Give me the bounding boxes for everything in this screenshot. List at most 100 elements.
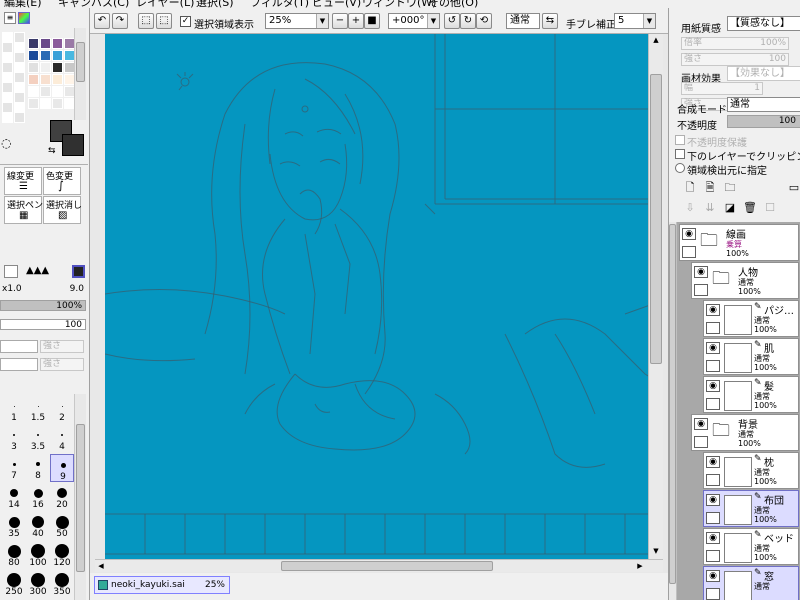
brush-size-cell[interactable]: 250 [2,570,26,598]
layer-select-checkbox[interactable] [682,246,696,258]
dropdown-2[interactable] [0,358,38,371]
layer-select-checkbox[interactable] [706,474,720,486]
menu-item-other[interactable]: その他(O) [428,0,478,8]
min-size-slider[interactable]: 100 [0,319,86,330]
brush-size-cell[interactable]: 16 [26,483,50,511]
invert-selection-button[interactable]: ⬚ [156,13,172,29]
brush-size-cell[interactable]: 8 [26,454,50,482]
lock-icon[interactable]: ☐ [763,201,777,215]
brush-size-cell[interactable]: 20 [50,483,74,511]
brush-shape-icons[interactable]: ▲▲▲ [26,265,72,278]
tool-selection-eraser[interactable]: 選択消し ▨ [43,196,82,224]
brush-shape-select[interactable] [4,265,18,278]
clipping-checkbox[interactable] [675,149,685,159]
layer-folder[interactable]: ◉ 🗀 線画 乗算 100% [679,224,799,261]
brush-size-cell[interactable]: 100 [26,541,50,569]
layer-visibility-eye-icon[interactable]: ◉ [706,494,720,506]
layer-item[interactable]: ◉ ✎ 布団 通常 100% [703,490,799,527]
palette-scrollbar[interactable] [74,28,86,120]
brush-size-cell[interactable]: 14 [2,483,26,511]
effect-width-field[interactable]: 幅 1 [681,82,763,95]
menu-item-select[interactable]: 選択(S) [196,0,234,8]
canvas-horizontal-scrollbar[interactable]: ◀ ▶ [95,559,663,572]
palette-grid-icon[interactable] [18,12,30,24]
panel-menu-icon[interactable]: ▭ [787,181,800,195]
layer-visibility-eye-icon[interactable]: ◉ [706,532,720,544]
canvas-hscroll-left[interactable]: ◀ [96,561,106,572]
layer-select-checkbox[interactable] [706,588,720,600]
palette-swatch[interactable] [28,50,39,61]
palette-swatch[interactable] [40,98,51,109]
stabilizer-combo[interactable]: 5 ▼ [614,13,656,29]
delete-layer-icon[interactable]: 🗑 [743,201,757,215]
zoom-out-button[interactable]: − [332,13,348,29]
layer-select-checkbox[interactable] [694,436,708,448]
brush-size-cell[interactable]: 7 [2,454,26,482]
palette-swatch[interactable] [40,62,51,73]
layer-visibility-eye-icon[interactable]: ◉ [706,456,720,468]
blend-combo[interactable]: 通常 [506,13,540,29]
layer-visibility-eye-icon[interactable]: ◉ [706,570,720,582]
palette-swatch[interactable] [40,38,51,49]
brush-size-cell[interactable]: 80 [2,541,26,569]
merge-down-icon[interactable]: ⇊ [703,201,717,215]
canvas-vscroll-thumb[interactable] [650,74,662,364]
rotate-right-button[interactable]: ↻ [460,13,476,29]
menu-item-canvas[interactable]: キャンバス(C) [58,0,129,8]
new-linework-layer-icon[interactable]: 🗎 [703,181,717,195]
layer-item[interactable]: ◉ ✎ 肌通常 100% [703,338,799,375]
paper-strength-field[interactable]: 強さ 100 [681,53,789,66]
brush-shape-selected[interactable] [72,265,85,278]
layer-item[interactable]: ◉ ✎ 窓通常 [703,566,799,600]
transfer-down-icon[interactable]: ⇩ [683,201,697,215]
palette-swatch[interactable] [40,50,51,61]
brush-size-cell[interactable]: 2 [50,396,74,424]
opacity-slider[interactable]: 100 [727,115,800,128]
zoom-reset-button[interactable]: ■ [364,13,380,29]
palette-swatch[interactable] [40,74,51,85]
rotate-left-button[interactable]: ↺ [444,13,460,29]
brush-size-cell[interactable]: 40 [26,512,50,540]
layer-select-checkbox[interactable] [706,360,720,372]
brush-size-cell[interactable]: 35 [2,512,26,540]
redo-button[interactable]: ↷ [112,13,128,29]
deselect-button[interactable]: ⬚ [138,13,154,29]
source-layer-radio[interactable] [675,163,685,173]
menu-item-window[interactable]: ウィンドウ(W) [362,0,436,8]
brush-size-slider[interactable]: x1.0 9.0 [0,284,88,295]
layer-visibility-eye-icon[interactable]: ◉ [706,342,720,354]
brush-size-scrollbar[interactable] [74,394,86,600]
brush-size-cell[interactable]: 9 [50,454,74,482]
menu-item-layer[interactable]: レイヤー(L) [136,0,194,8]
transparent-color-icon[interactable]: ◌ [1,136,11,150]
brush-size-cell[interactable]: 4 [50,425,74,453]
layer-select-checkbox[interactable] [706,322,720,334]
menu-item-view[interactable]: ビュー(V) [312,0,361,8]
palette-swatch[interactable] [52,86,63,97]
effect-select[interactable]: 【効果なし】 [727,66,800,81]
tool-line-change[interactable]: 線変更 ☰ [4,167,42,195]
rotation-combo[interactable]: +000° ▼ [388,13,440,29]
palette-swatch[interactable] [52,38,63,49]
palette-swatch[interactable] [52,74,63,85]
swap-colors-icon[interactable]: ⇆ [48,146,56,156]
layer-item[interactable]: ◉ ✎ ベッド 通常 100% [703,528,799,565]
brush-size-cell[interactable]: 3.5 [26,425,50,453]
rotate-reset-button[interactable]: ⟲ [476,13,492,29]
layer-visibility-eye-icon[interactable]: ◉ [682,228,696,240]
layer-visibility-eye-icon[interactable]: ◉ [694,418,708,430]
canvas-vscroll-down[interactable]: ▼ [650,546,662,556]
palette-swatch[interactable] [28,62,39,73]
paper-texture-select[interactable]: 【質感なし】 [727,16,800,31]
zoom-in-button[interactable]: + [348,13,364,29]
menu-item-filter[interactable]: フィルタ(T) [250,0,309,8]
strength-field-1[interactable]: 強さ [40,340,84,353]
sub-color[interactable] [62,134,84,156]
layers-scrollbar[interactable] [669,222,677,600]
layer-select-checkbox[interactable] [706,512,720,524]
flip-button[interactable]: ⇆ [542,13,558,29]
layer-select-checkbox[interactable] [694,284,708,296]
brush-size-cell[interactable]: 3 [2,425,26,453]
clear-layer-icon[interactable]: ◪ [723,201,737,215]
brush-size-scroll-thumb[interactable] [76,424,85,572]
